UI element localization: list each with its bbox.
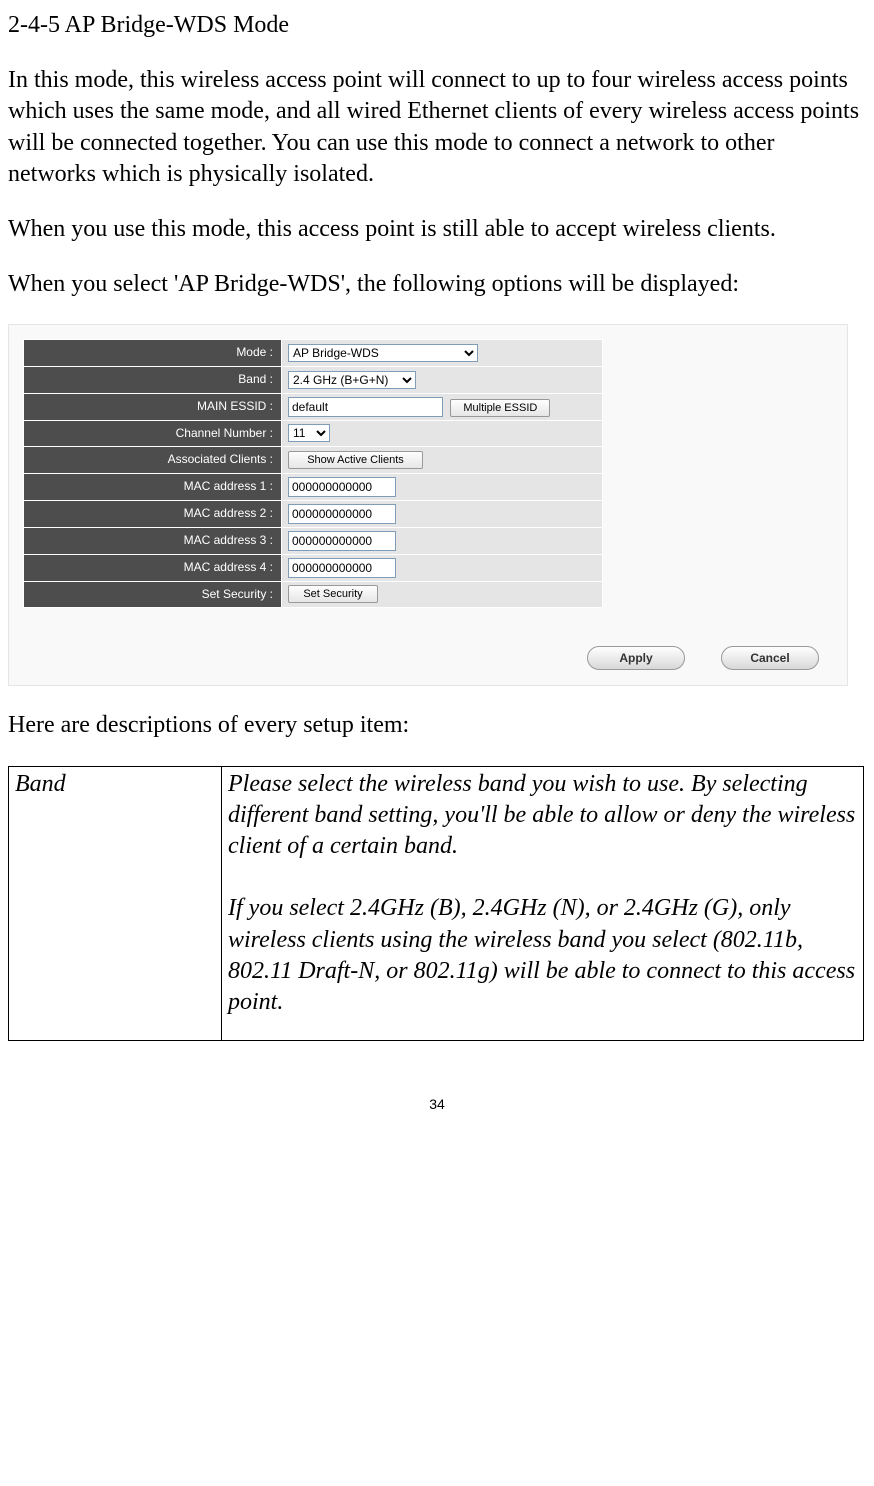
label-band: Band : bbox=[24, 366, 282, 393]
table-row: Band Please select the wireless band you… bbox=[9, 766, 864, 1041]
config-table: Mode : AP Bridge-WDS Band : 2.4 GHz (B+G… bbox=[23, 339, 603, 608]
config-form: Mode : AP Bridge-WDS Band : 2.4 GHz (B+G… bbox=[9, 325, 847, 612]
desc-item-text-b: If you select 2.4GHz (B), 2.4GHz (N), or… bbox=[228, 895, 855, 1015]
cancel-button[interactable]: Cancel bbox=[721, 646, 819, 670]
label-essid: MAIN ESSID : bbox=[24, 393, 282, 420]
channel-select[interactable]: 11 bbox=[288, 424, 330, 442]
panel-buttons: Apply Cancel bbox=[9, 612, 847, 685]
apply-button[interactable]: Apply bbox=[587, 646, 685, 670]
label-channel: Channel Number : bbox=[24, 420, 282, 447]
config-panel: Mode : AP Bridge-WDS Band : 2.4 GHz (B+G… bbox=[8, 324, 848, 686]
label-mode: Mode : bbox=[24, 340, 282, 367]
mac2-input[interactable] bbox=[288, 504, 396, 524]
section-title: 2-4-5 AP Bridge-WDS Mode bbox=[8, 10, 866, 41]
description-intro: Here are descriptions of every setup ite… bbox=[8, 710, 866, 741]
multiple-essid-button[interactable]: Multiple ESSID bbox=[450, 399, 550, 417]
essid-input[interactable] bbox=[288, 397, 443, 417]
label-mac1: MAC address 1 : bbox=[24, 473, 282, 500]
mac1-input[interactable] bbox=[288, 477, 396, 497]
page-number: 34 bbox=[8, 1095, 866, 1113]
label-mac4: MAC address 4 : bbox=[24, 554, 282, 581]
show-active-clients-button[interactable]: Show Active Clients bbox=[288, 451, 423, 469]
label-mac2: MAC address 2 : bbox=[24, 500, 282, 527]
band-select[interactable]: 2.4 GHz (B+G+N) bbox=[288, 371, 416, 389]
desc-item-text: Please select the wireless band you wish… bbox=[222, 766, 864, 1041]
set-security-button[interactable]: Set Security bbox=[288, 585, 378, 603]
mac3-input[interactable] bbox=[288, 531, 396, 551]
label-security: Set Security : bbox=[24, 581, 282, 608]
desc-item-name: Band bbox=[9, 766, 222, 1041]
intro-paragraph-3: When you select 'AP Bridge-WDS', the fol… bbox=[8, 269, 866, 300]
label-mac3: MAC address 3 : bbox=[24, 527, 282, 554]
description-table: Band Please select the wireless band you… bbox=[8, 766, 864, 1042]
mac4-input[interactable] bbox=[288, 558, 396, 578]
intro-paragraph-2: When you use this mode, this access poin… bbox=[8, 214, 866, 245]
mode-select[interactable]: AP Bridge-WDS bbox=[288, 344, 478, 362]
label-associated: Associated Clients : bbox=[24, 447, 282, 474]
intro-paragraph-1: In this mode, this wireless access point… bbox=[8, 65, 866, 190]
desc-item-text-a: Please select the wireless band you wish… bbox=[228, 771, 855, 859]
